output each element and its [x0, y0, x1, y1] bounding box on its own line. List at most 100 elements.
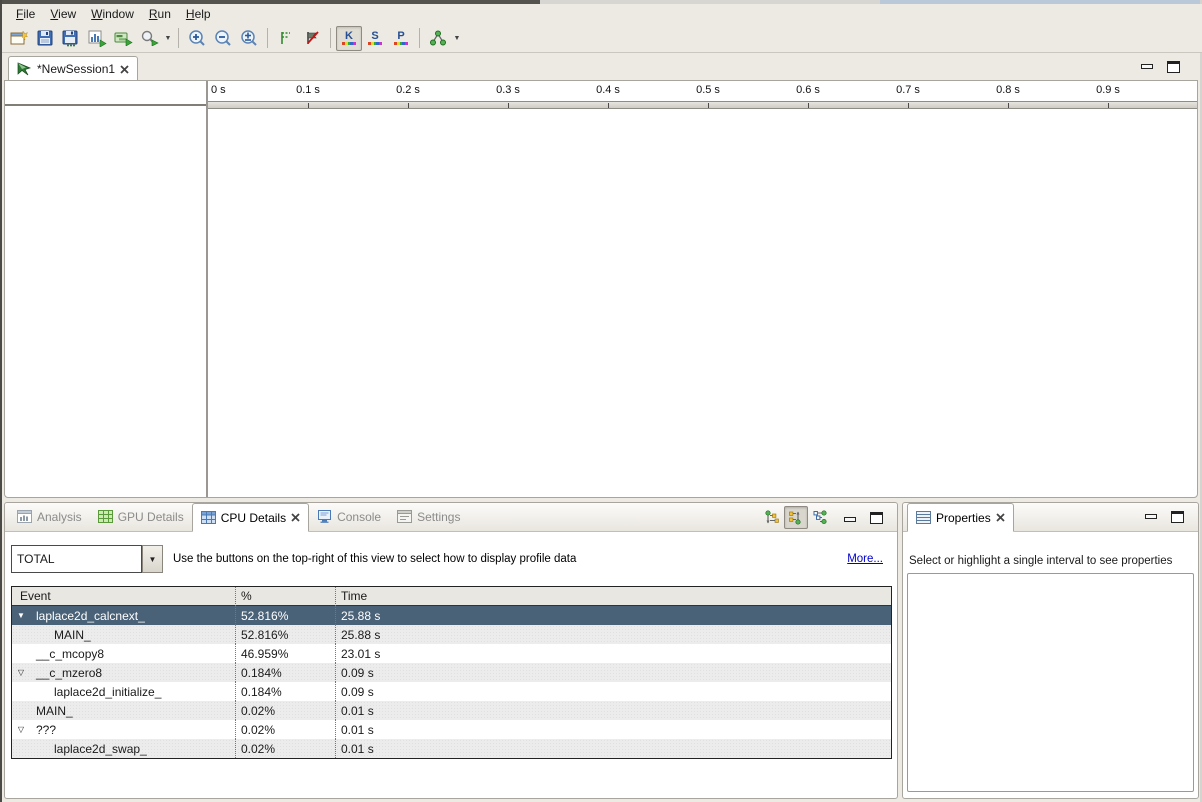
ruler-tick-label: 0.1 s — [296, 84, 320, 96]
color-by-process-button[interactable]: P — [388, 26, 414, 51]
zoom-fit-button[interactable] — [236, 26, 262, 51]
session-tab[interactable]: *NewSession1 — [8, 56, 138, 81]
timeline-ruler-band — [208, 101, 1197, 109]
save-button[interactable] — [32, 26, 58, 51]
minimize-icon[interactable] — [1141, 64, 1153, 69]
ruler-tick-label: 0.4 s — [596, 84, 620, 96]
maximize-icon[interactable] — [870, 512, 883, 524]
tab-properties[interactable]: Properties — [907, 503, 1014, 532]
time-cell: 0.01 s — [335, 720, 891, 739]
maximize-icon[interactable] — [1171, 511, 1184, 523]
run-timeline-button[interactable] — [110, 26, 136, 51]
menu-run[interactable]: Run — [143, 5, 180, 23]
percent-cell: 0.184% — [235, 682, 335, 701]
ruler-tick-mark — [908, 103, 909, 108]
ruler-tick-label: 0.6 s — [796, 84, 820, 96]
menu-bar: File View Window Run Help — [2, 4, 1202, 24]
toolbar-separator — [419, 28, 420, 48]
ruler-tick-label: 0.5 s — [696, 84, 720, 96]
table-row[interactable]: laplace2d_swap_0.02%0.01 s — [12, 739, 891, 758]
menu-file[interactable]: File — [10, 5, 44, 23]
event-name: ??? — [36, 723, 56, 737]
run-analysis-button[interactable] — [136, 26, 162, 51]
table-row[interactable]: laplace2d_initialize_0.184%0.09 s — [12, 682, 891, 701]
menu-help[interactable]: Help — [180, 5, 220, 23]
percent-cell: 0.02% — [235, 701, 335, 720]
column-header-event[interactable]: Event — [12, 587, 235, 606]
tab-console[interactable]: Console — [309, 502, 389, 531]
timeline-view[interactable]: 0 s0.1 s0.2 s0.3 s0.4 s0.5 s0.6 s0.7 s0.… — [4, 80, 1198, 498]
table-row[interactable]: MAIN_0.02%0.01 s — [12, 701, 891, 720]
tab-console-label: Console — [337, 510, 381, 524]
toolbar-separator — [267, 28, 268, 48]
more-link[interactable]: More... — [847, 553, 883, 565]
table-row[interactable]: MAIN_52.816%25.88 s — [12, 625, 891, 644]
expander-icon[interactable]: ▼ — [12, 611, 30, 620]
percent-cell: 0.02% — [235, 739, 335, 758]
ruler-tick-label: 0.9 s — [1096, 84, 1120, 96]
view-callees-button[interactable] — [784, 506, 808, 529]
event-name: __c_mzero8 — [36, 666, 102, 680]
percent-cell: 46.959% — [235, 644, 335, 663]
ruler-marks-icon — [278, 30, 294, 46]
color-by-kernel-button[interactable]: K — [336, 26, 362, 51]
ruler-tick-label: 0.7 s — [896, 84, 920, 96]
column-header-time[interactable]: Time — [335, 587, 891, 606]
flat-list-icon — [812, 510, 828, 525]
table-row[interactable]: ▽???0.02%0.01 s — [12, 720, 891, 739]
event-cell: ▼laplace2d_calcnext_ — [12, 606, 235, 625]
details-tabbar: Analysis GPU Details CPU Details — [5, 503, 897, 532]
mark-timeline-button[interactable] — [273, 26, 299, 51]
ruler-tick-label: 0 s — [211, 84, 226, 96]
kernel-letter: K — [342, 32, 356, 41]
view-flat-button[interactable] — [808, 506, 832, 529]
expander-icon[interactable]: ▽ — [12, 668, 30, 677]
event-cell: laplace2d_initialize_ — [12, 682, 235, 701]
tab-settings-label: Settings — [417, 510, 460, 524]
column-header-percent[interactable]: % — [235, 587, 335, 606]
close-icon[interactable] — [996, 513, 1005, 522]
display-mode-dropdown-button[interactable]: ▼ — [142, 545, 163, 573]
generate-timeline-button[interactable] — [84, 26, 110, 51]
zoom-out-button[interactable] — [210, 26, 236, 51]
flag-clear-icon — [304, 30, 321, 46]
event-cell: laplace2d_swap_ — [12, 739, 235, 758]
new-session-button[interactable] — [6, 26, 32, 51]
ruler-tick-label: 0.2 s — [396, 84, 420, 96]
analysis-tree-dropdown[interactable]: ▼ — [452, 35, 462, 42]
stream-color-strip — [368, 42, 382, 45]
menu-view[interactable]: View — [44, 5, 85, 23]
maximize-icon[interactable] — [1167, 61, 1180, 73]
tab-analysis[interactable]: Analysis — [9, 502, 90, 531]
main-toolbar: ▼ — [2, 24, 1202, 53]
tab-gpu-details[interactable]: GPU Details — [90, 502, 192, 531]
color-by-stream-button[interactable]: S — [362, 26, 388, 51]
minimize-icon[interactable] — [844, 517, 856, 522]
save-as-button[interactable] — [58, 26, 84, 51]
menu-window[interactable]: Window — [85, 5, 143, 23]
search-run-icon — [140, 30, 159, 46]
clear-marks-button[interactable] — [299, 26, 325, 51]
table-row[interactable]: ▽__c_mzero80.184%0.09 s — [12, 663, 891, 682]
tab-settings[interactable]: Settings — [389, 502, 468, 531]
run-analysis-dropdown[interactable]: ▼ — [163, 35, 173, 42]
properties-tabbar: Properties — [903, 503, 1198, 532]
display-mode-combobox[interactable]: TOTAL — [11, 545, 142, 573]
ruler-tick-mark — [808, 103, 809, 108]
timeline-run-icon — [114, 30, 133, 46]
expander-icon[interactable]: ▽ — [12, 725, 30, 734]
zoom-in-button[interactable] — [184, 26, 210, 51]
ruler-tick-mark — [308, 103, 309, 108]
close-icon[interactable] — [291, 513, 300, 522]
ruler-tick-mark — [708, 103, 709, 108]
timeline-splitter[interactable] — [206, 81, 208, 497]
ruler-tick-mark — [508, 103, 509, 108]
table-row[interactable]: ▼laplace2d_calcnext_52.816%25.88 s — [12, 606, 891, 625]
minimize-icon[interactable] — [1145, 514, 1157, 519]
analysis-tree-button[interactable] — [425, 26, 451, 51]
close-icon[interactable] — [120, 65, 129, 74]
view-callers-button[interactable] — [760, 506, 784, 529]
percent-cell: 0.184% — [235, 663, 335, 682]
table-row[interactable]: __c_mcopy846.959%23.01 s — [12, 644, 891, 663]
tab-cpu-details[interactable]: CPU Details — [192, 503, 309, 532]
